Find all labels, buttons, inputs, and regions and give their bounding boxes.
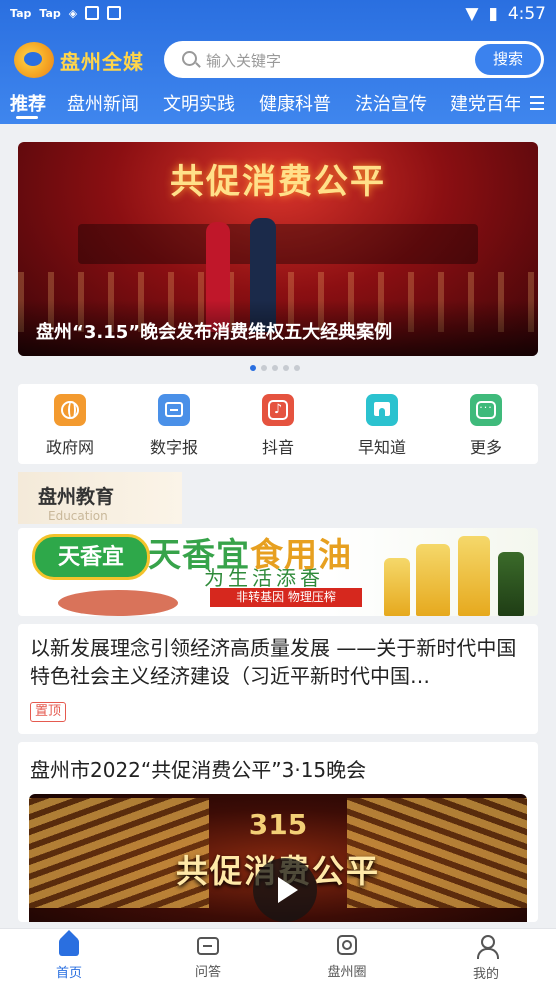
carousel-dot[interactable]	[261, 365, 267, 371]
logo-mark-icon	[14, 42, 54, 78]
system-status: ▼ ▮ 4:57	[465, 4, 546, 24]
user-icon	[476, 935, 499, 959]
carousel-dot[interactable]	[283, 365, 289, 371]
active-tab-indicator	[16, 116, 38, 119]
section-header-education[interactable]: 盘州教育 Education	[18, 472, 182, 524]
channel-tabs: 推荐 盘州新闻 文明实践 健康科普 法治宣传 建党百年	[0, 88, 556, 122]
quick-nav-label: 早知道	[357, 438, 406, 457]
video-thumbnail[interactable]: 315 共促消费公平	[29, 794, 527, 922]
carousel-dot[interactable]	[272, 365, 278, 371]
font-icon	[107, 6, 122, 20]
food-image	[58, 590, 178, 616]
globe-icon	[54, 394, 86, 426]
tab-recommend[interactable]: 推荐	[10, 90, 46, 116]
banner-caption: 盘州“3.15”晚会发布消费维权五大经典案例	[36, 322, 393, 343]
menu-icon[interactable]	[530, 96, 544, 110]
notification-icons: Tap Tap ◈	[10, 6, 122, 20]
nav-label: 首页	[55, 966, 82, 981]
app-header: Tap Tap ◈ ▼ ▮ 4:57 盘州全媒 输入关键字 搜索 推荐 盘州新闻…	[0, 0, 556, 124]
tab-civilization-practice[interactable]: 文明实践	[163, 90, 235, 116]
quick-nav-label: 数字报	[149, 438, 198, 457]
oil-bottles-image	[374, 536, 538, 616]
quick-nav-early-know[interactable]: 早知道	[342, 394, 422, 458]
tab-health[interactable]: 健康科普	[259, 90, 331, 116]
douyin-icon: ♪	[262, 394, 294, 426]
quick-nav-digital-paper[interactable]: 数字报	[134, 394, 214, 458]
nav-label: 我的	[472, 967, 499, 982]
carousel-dot[interactable]	[250, 365, 256, 371]
home-icon	[366, 394, 398, 426]
thumbnail-title: 315	[248, 808, 308, 841]
ad-banner[interactable]: 天香宜 天香宜食用油 为生活添香 非转基因 物理压榨	[18, 528, 538, 616]
article-card[interactable]: 以新发展理念引领经济高质量发展 ——关于新时代中国特色社会主义经济建设（习近平新…	[18, 624, 538, 734]
search-input[interactable]: 输入关键字	[206, 50, 281, 71]
chat-icon	[197, 937, 219, 955]
carousel-indicator	[250, 365, 300, 371]
tab-panzhou-news[interactable]: 盘州新闻	[67, 90, 139, 116]
quick-nav-label: 抖音	[261, 438, 294, 457]
battery-icon: ▮	[488, 4, 498, 24]
nav-panzhou-circle[interactable]: 盘州圈	[307, 935, 387, 980]
quick-nav-label: 更多	[469, 438, 502, 457]
tab-law[interactable]: 法治宣传	[355, 90, 427, 116]
status-bar: Tap Tap ◈ ▼ ▮ 4:57	[0, 0, 556, 30]
newspaper-icon	[158, 394, 190, 426]
search-bar[interactable]: 输入关键字 搜索	[164, 41, 544, 78]
app-logo[interactable]: 盘州全媒	[14, 40, 154, 80]
quick-nav-more[interactable]: ··· 更多	[446, 394, 526, 458]
banner-stage-title: 共促消费公平	[170, 162, 386, 202]
clock: 4:57	[507, 4, 546, 24]
nav-qa[interactable]: 问答	[168, 935, 248, 980]
carousel-dot[interactable]	[294, 365, 300, 371]
quick-nav-government[interactable]: 政府网	[30, 394, 110, 458]
ad-tagline: 非转基因 物理压榨	[210, 588, 362, 607]
nav-label: 问答	[194, 965, 221, 980]
article-title: 盘州市2022“共促消费公平”3·15晚会	[30, 758, 367, 782]
nav-mine[interactable]: 我的	[446, 935, 526, 982]
quick-nav-douyin[interactable]: ♪ 抖音	[238, 394, 318, 458]
article-title: 以新发展理念引领经济高质量发展 ——关于新时代中国特色社会主义经济建设（习近平新…	[30, 636, 517, 688]
stage-screen	[78, 224, 478, 264]
message-icon	[85, 6, 100, 20]
logo-text: 盘州全媒	[60, 49, 144, 74]
wifi-icon: ▼	[465, 4, 479, 24]
search-icon	[182, 51, 197, 66]
taptap-icon: Tap	[39, 6, 61, 20]
play-icon[interactable]	[253, 858, 317, 922]
carousel-banner[interactable]: 共促消费公平 盘州“3.15”晚会发布消费维权五大经典案例	[18, 142, 538, 356]
home-icon	[59, 930, 79, 956]
section-title: 盘州教育	[38, 486, 115, 508]
taptap-icon: Tap	[10, 6, 32, 20]
quick-nav: 政府网 数字报 ♪ 抖音 早知道 ··· 更多	[18, 384, 538, 464]
quick-nav-label: 政府网	[45, 438, 94, 457]
nav-home[interactable]: 首页	[29, 930, 109, 981]
section-subtitle: Education	[48, 509, 108, 523]
bottom-nav: 首页 问答 盘州圈 我的	[0, 928, 556, 986]
circle-icon	[337, 935, 357, 955]
nav-label: 盘州圈	[327, 965, 367, 980]
ad-slogan: 为生活添香	[204, 566, 324, 590]
search-button[interactable]: 搜索	[475, 44, 541, 75]
brand-logo: 天香宜	[32, 534, 150, 580]
more-icon: ···	[470, 394, 502, 426]
pinned-tag: 置顶	[30, 702, 67, 722]
sync-icon: ◈	[68, 6, 78, 20]
video-article-card[interactable]: 盘州市2022“共促消费公平”3·15晚会 315 共促消费公平	[18, 742, 538, 922]
tab-party-centennial[interactable]: 建党百年	[450, 90, 520, 116]
